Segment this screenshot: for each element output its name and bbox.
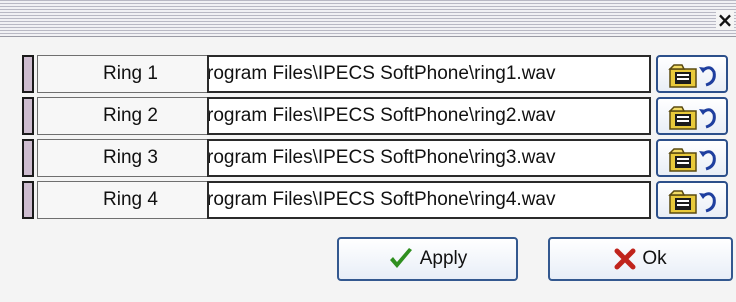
ring-label: Ring 1 [37,55,224,93]
apply-label: Apply [419,248,468,269]
folder-browse-icon [668,64,716,88]
folder-browse-icon [668,148,716,172]
ring-row: Ring 4 rogram Files\IPECS SoftPhone\ring… [22,181,736,219]
browse-button[interactable] [656,181,728,219]
browse-button[interactable] [656,55,728,93]
ok-button[interactable]: Ok [548,237,733,281]
x-mark-icon [614,248,636,270]
ok-label: Ok [642,248,667,269]
ring-file-path-field[interactable]: rogram Files\IPECS SoftPhone\ring1.wav [207,55,651,93]
ring-file-path-field[interactable]: rogram Files\IPECS SoftPhone\ring3.wav [207,139,651,177]
checkmark-icon [389,248,412,268]
row-handle[interactable] [22,139,34,177]
close-icon[interactable]: × [716,10,734,30]
folder-browse-icon [668,190,716,214]
folder-browse-icon [668,106,716,130]
ring-row: Ring 2 rogram Files\IPECS SoftPhone\ring… [22,97,736,135]
browse-button[interactable] [656,139,728,177]
ring-file-path-field[interactable]: rogram Files\IPECS SoftPhone\ring2.wav [207,97,651,135]
ring-file-path-field[interactable]: rogram Files\IPECS SoftPhone\ring4.wav [207,181,651,219]
ring-label: Ring 3 [37,139,224,177]
ring-row: Ring 1 rogram Files\IPECS SoftPhone\ring… [22,55,736,93]
ring-label: Ring 2 [37,97,224,135]
row-handle[interactable] [22,97,34,135]
row-handle[interactable] [22,181,34,219]
title-bar[interactable]: × [0,0,736,37]
ring-row: Ring 3 rogram Files\IPECS SoftPhone\ring… [22,139,736,177]
browse-button[interactable] [656,97,728,135]
apply-button[interactable]: Apply [337,237,518,281]
ring-settings-dialog: × Ring 1 rogram Files\IPECS SoftPhone\ri… [0,0,736,302]
ring-label: Ring 4 [37,181,224,219]
row-handle[interactable] [22,55,34,93]
